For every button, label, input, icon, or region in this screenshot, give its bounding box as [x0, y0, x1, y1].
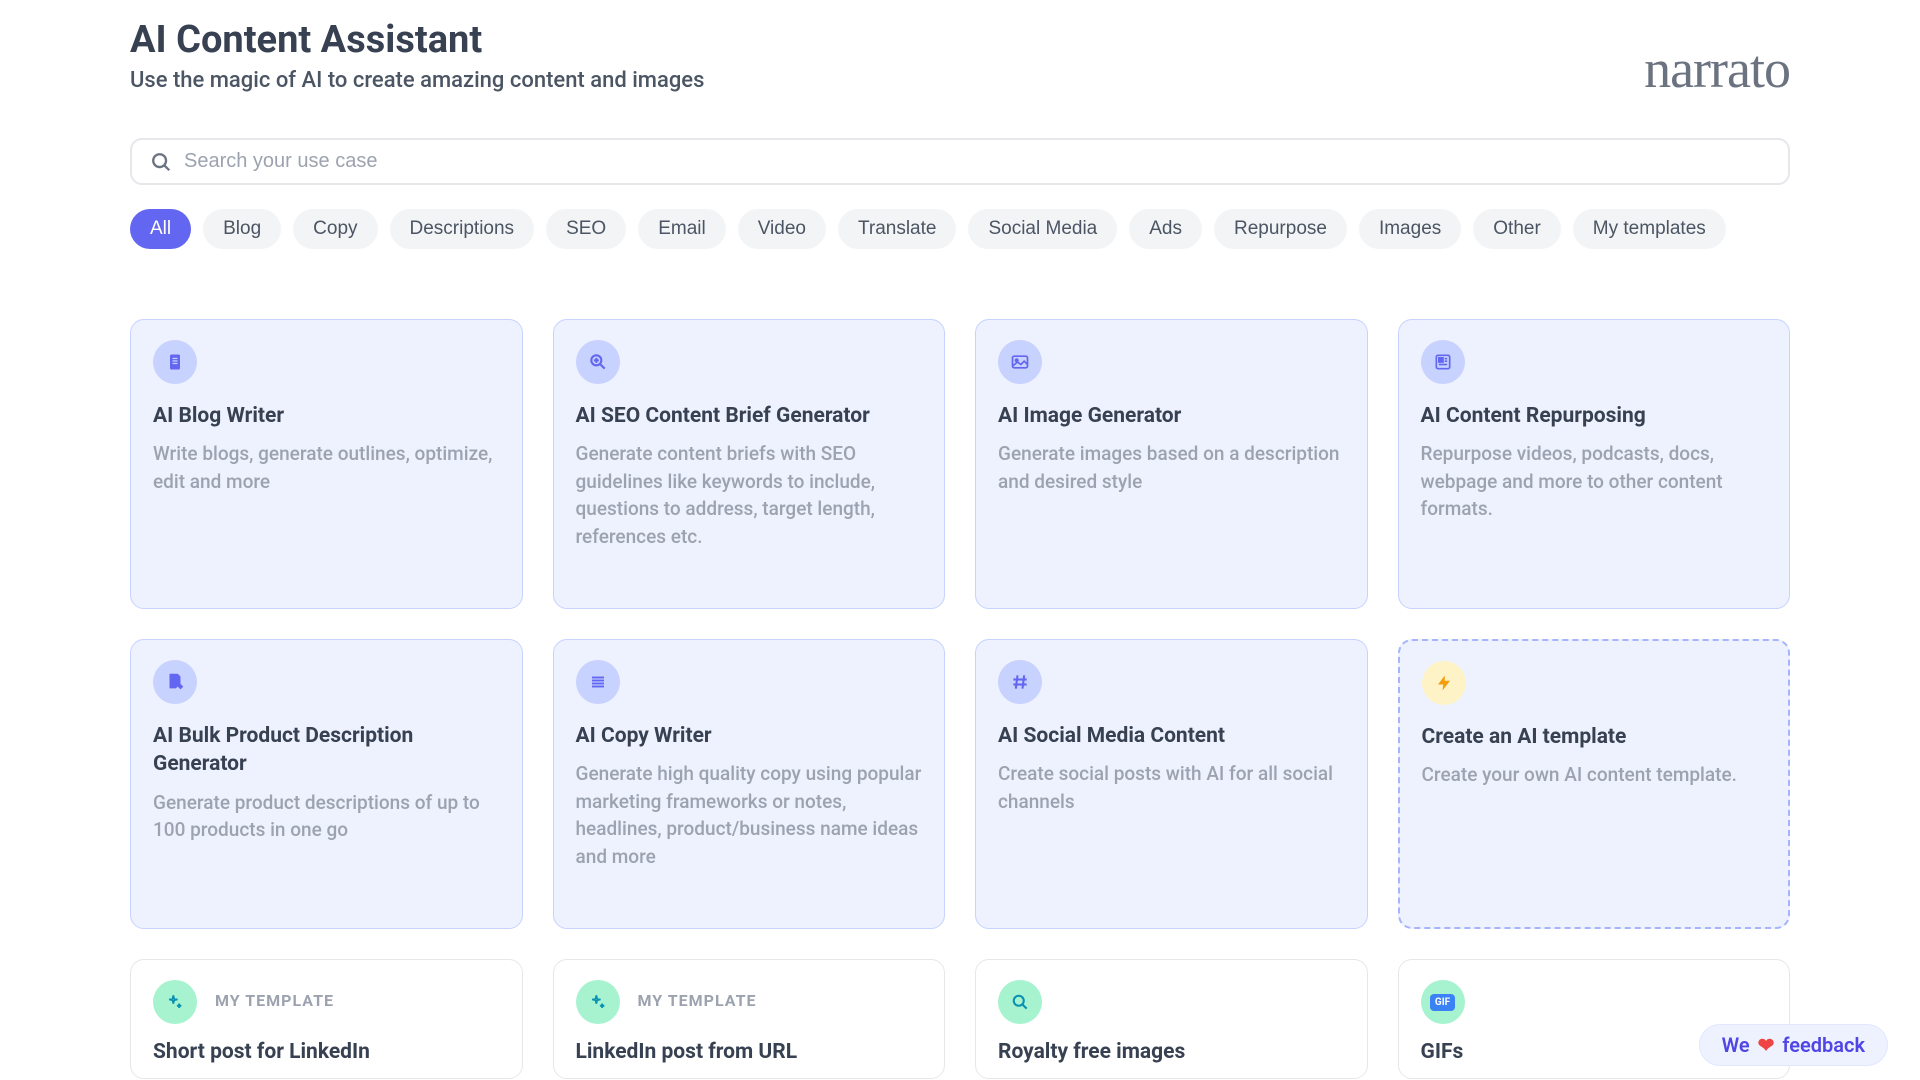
filter-chip-seo[interactable]: SEO — [546, 209, 626, 249]
brand-logo: narrato — [1644, 38, 1790, 100]
template-card-linkedin-post-from-url[interactable]: MY TEMPLATE LinkedIn post from URL — [553, 959, 946, 1079]
filter-chip-email[interactable]: Email — [638, 209, 726, 249]
template-card-royalty-free-images[interactable]: Royalty free images — [975, 959, 1368, 1079]
template-card-ai-bulk-product-description-generator[interactable]: AI Bulk Product Description Generator Gen… — [130, 639, 523, 929]
feedback-post: feedback — [1782, 1033, 1865, 1057]
filter-chip-images[interactable]: Images — [1359, 209, 1461, 249]
feedback-pre: We — [1722, 1033, 1750, 1057]
card-description: Create your own AI content template. — [1422, 761, 1767, 789]
card-title: AI Bulk Product Description Generator — [153, 722, 500, 779]
my-template-tag: MY TEMPLATE — [638, 991, 757, 1010]
filter-chip-copy[interactable]: Copy — [293, 209, 377, 249]
card-description: Generate content briefs with SEO guideli… — [576, 440, 923, 550]
feedback-button[interactable]: We ❤ feedback — [1699, 1024, 1888, 1066]
template-card-ai-image-generator[interactable]: AI Image Generator Generate images based … — [975, 319, 1368, 609]
card-title: Royalty free images — [998, 1038, 1345, 1066]
card-description: Repurpose videos, podcasts, docs, webpag… — [1421, 440, 1768, 523]
template-card-ai-seo-content-brief-generator[interactable]: AI SEO Content Brief Generator Generate c… — [553, 319, 946, 609]
card-title: AI Content Repurposing — [1421, 402, 1768, 430]
news-icon — [1421, 340, 1465, 384]
filter-chip-my-templates[interactable]: My templates — [1573, 209, 1726, 249]
card-description: Generate product descriptions of up to 1… — [153, 789, 500, 844]
search-input[interactable] — [184, 150, 1770, 173]
my-template-tag: MY TEMPLATE — [215, 991, 334, 1010]
search-container[interactable] — [130, 138, 1790, 185]
search-icon — [150, 151, 172, 173]
filter-chip-ads[interactable]: Ads — [1129, 209, 1202, 249]
card-title: AI SEO Content Brief Generator — [576, 402, 923, 430]
filter-chip-other[interactable]: Other — [1473, 209, 1561, 249]
template-card-create-an-ai-template[interactable]: Create an AI template Create your own AI … — [1398, 639, 1791, 929]
card-description: Create social posts with AI for all soci… — [998, 760, 1345, 815]
filter-chip-video[interactable]: Video — [738, 209, 826, 249]
gif-icon: GIF — [1421, 980, 1465, 1024]
image-icon — [998, 340, 1042, 384]
heart-icon: ❤ — [1758, 1033, 1775, 1057]
card-title: LinkedIn post from URL — [576, 1038, 923, 1066]
card-description: Write blogs, generate outlines, optimize… — [153, 440, 500, 495]
sparkle-icon — [576, 980, 620, 1024]
bolt-icon — [1422, 661, 1466, 705]
filter-chip-translate[interactable]: Translate — [838, 209, 957, 249]
filter-chip-repurpose[interactable]: Repurpose — [1214, 209, 1347, 249]
card-title: AI Blog Writer — [153, 402, 500, 430]
sparkle-icon — [153, 980, 197, 1024]
template-card-short-post-for-linkedin[interactable]: MY TEMPLATE Short post for LinkedIn — [130, 959, 523, 1079]
card-title: AI Image Generator — [998, 402, 1345, 430]
card-description: Generate high quality copy using popular… — [576, 760, 923, 870]
filter-chip-blog[interactable]: Blog — [203, 209, 281, 249]
card-title: AI Social Media Content — [998, 722, 1345, 750]
lines-icon — [576, 660, 620, 704]
card-title: Create an AI template — [1422, 723, 1767, 751]
page-subtitle: Use the magic of AI to create amazing co… — [130, 68, 704, 93]
card-title: AI Copy Writer — [576, 722, 923, 750]
magnify-icon — [576, 340, 620, 384]
filter-chip-all[interactable]: All — [130, 209, 191, 249]
filter-chip-descriptions[interactable]: Descriptions — [390, 209, 535, 249]
filter-chip-social-media[interactable]: Social Media — [968, 209, 1117, 249]
template-card-ai-content-repurposing[interactable]: AI Content Repurposing Repurpose videos, … — [1398, 319, 1791, 609]
hash-icon — [998, 660, 1042, 704]
card-title: Short post for LinkedIn — [153, 1038, 500, 1066]
page-title: AI Content Assistant — [130, 18, 704, 62]
document-icon — [153, 340, 197, 384]
template-card-ai-copy-writer[interactable]: AI Copy Writer Generate high quality copy… — [553, 639, 946, 929]
card-description: Generate images based on a description a… — [998, 440, 1345, 495]
template-card-ai-blog-writer[interactable]: AI Blog Writer Write blogs, generate outl… — [130, 319, 523, 609]
template-grid: AI Blog Writer Write blogs, generate outl… — [130, 319, 1790, 1079]
filter-chips: All Blog Copy Descriptions SEO Email Video Tran… — [130, 209, 1790, 249]
doc-edit-icon — [153, 660, 197, 704]
template-card-ai-social-media-content[interactable]: AI Social Media Content Create social pos… — [975, 639, 1368, 929]
search-icon — [998, 980, 1042, 1024]
